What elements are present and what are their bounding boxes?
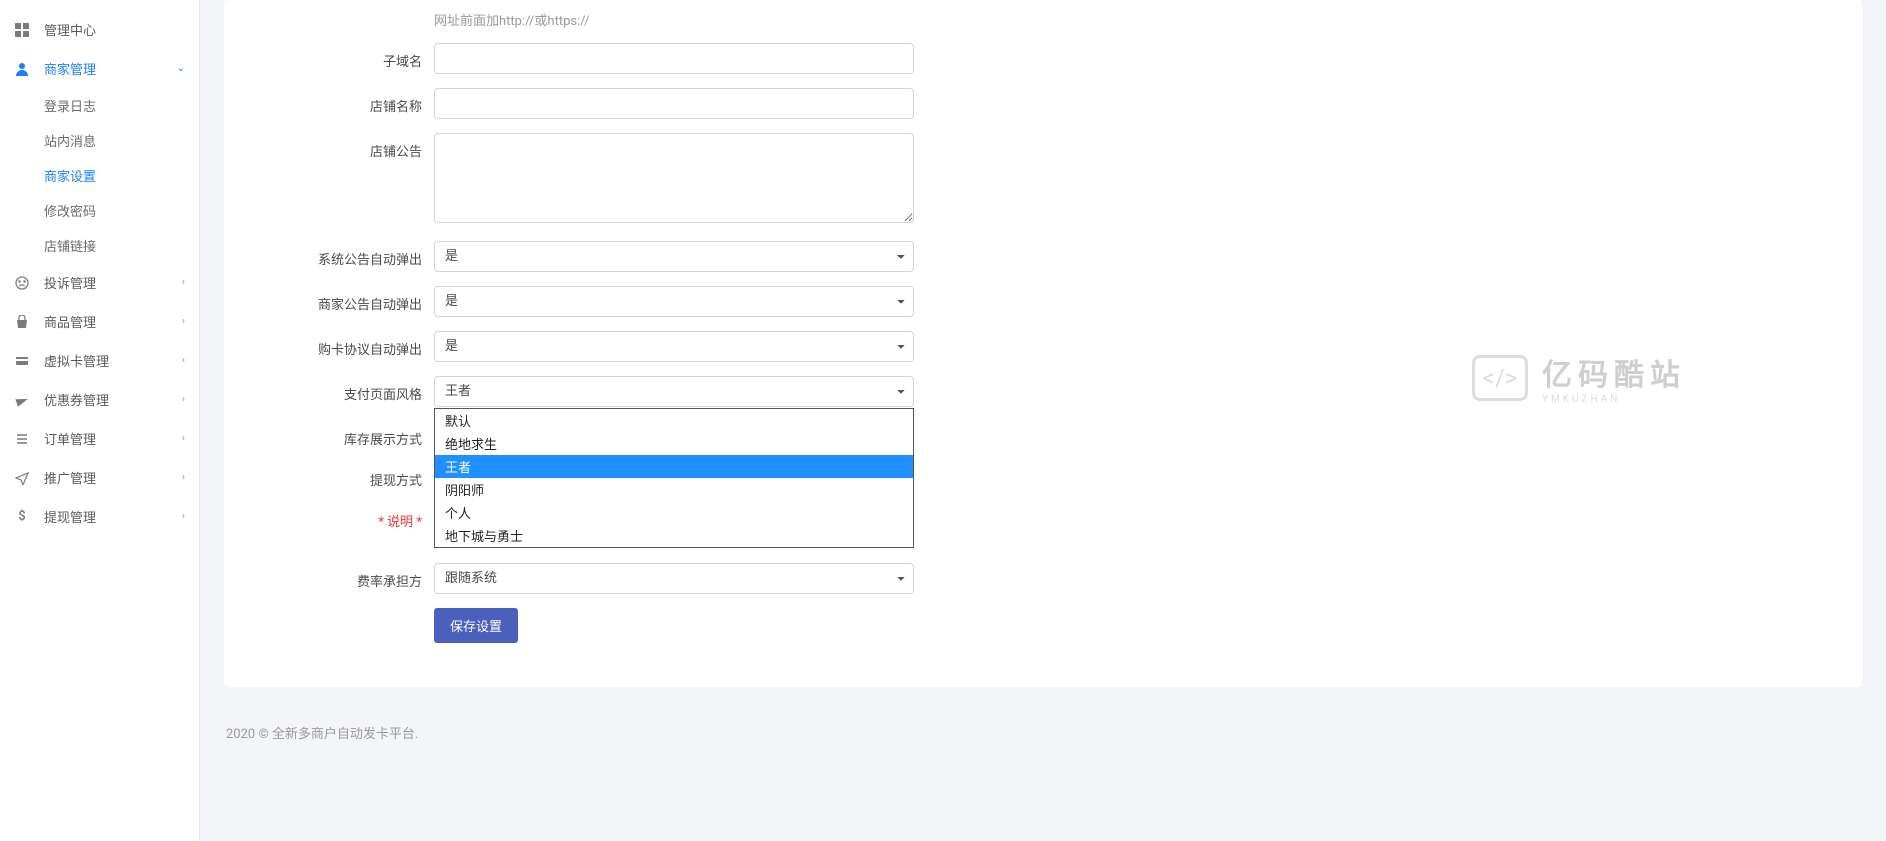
nav-orders[interactable]: 订单管理 › [0,419,199,458]
chevron-right-icon: › [182,316,185,327]
label-buycard-popup: 购卡协议自动弹出 [254,331,434,358]
subnav-store-link[interactable]: 店铺链接 [44,228,199,263]
label-stock-display: 库存展示方式 [254,421,434,448]
frown-icon [14,275,30,291]
nav-label: 优惠券管理 [44,390,182,409]
nav-label: 商家管理 [44,59,177,78]
chevron-down-icon: ⌄ [177,63,185,74]
input-subdomain[interactable] [434,43,914,74]
label-withdraw-method: 提现方式 [254,462,434,489]
nav-complaints[interactable]: 投诉管理 › [0,263,199,302]
nav-products[interactable]: 商品管理 › [0,302,199,341]
label-shopname: 店铺名称 [254,88,434,115]
card-icon [14,353,30,369]
select-vendor-notice-popup[interactable]: 是 [434,286,914,317]
save-button[interactable]: 保存设置 [434,608,518,643]
select-fee-bearer[interactable]: 跟随系统 [434,563,914,594]
nav-promotion[interactable]: 推广管理 › [0,458,199,497]
sub-nav-merchant: 登录日志 站内消息 商家设置 修改密码 店铺链接 [0,88,199,263]
plane-icon [14,470,30,486]
main-content: 网址前面加http://或https:// 子域名 店铺名称 店铺公告 系统公告… [200,0,1886,841]
grid-icon [14,22,30,38]
dollar-icon: $ [14,509,30,525]
chevron-right-icon: › [182,433,185,444]
nav-label: 虚拟卡管理 [44,351,182,370]
nav-label: 订单管理 [44,429,182,448]
subnav-login-log[interactable]: 登录日志 [44,88,199,123]
textarea-shop-notice[interactable] [434,133,914,223]
sidebar: 管理中心 商家管理 ⌄ 登录日志 站内消息 商家设置 修改密码 店铺链接 投诉管… [0,0,200,841]
chevron-right-icon: › [182,394,185,405]
input-shopname[interactable] [434,88,914,119]
nav-label: 商品管理 [44,312,182,331]
pay-style-option[interactable]: 王者 [435,455,913,478]
list-icon [14,431,30,447]
user-icon [14,61,30,77]
pay-style-option[interactable]: 默认 [435,409,913,432]
nav-label: 管理中心 [44,20,185,39]
chevron-right-icon: › [182,511,185,522]
settings-panel: 网址前面加http://或https:// 子域名 店铺名称 店铺公告 系统公告… [224,0,1862,687]
subnav-merchant-settings[interactable]: 商家设置 [44,158,199,193]
chevron-right-icon: › [182,472,185,483]
nav-label: 提现管理 [44,507,182,526]
label-sys-notice-popup: 系统公告自动弹出 [254,241,434,268]
label-pay-style: 支付页面风格 [254,376,434,403]
bag-icon [14,314,30,330]
nav-virtual-cards[interactable]: 虚拟卡管理 › [0,341,199,380]
pay-style-dropdown: 默认 绝地求生 王者 阴阳师 个人 地下城与勇士 [434,408,914,548]
label-fee-bearer: 费率承担方 [254,563,434,590]
nav-admin-center[interactable]: 管理中心 [0,10,199,49]
chevron-right-icon: › [182,355,185,366]
url-hint: 网址前面加http://或https:// [434,10,914,29]
empty-label [254,10,434,18]
pay-style-option[interactable]: 阴阳师 [435,478,913,501]
label-explain: * 说明 * [254,503,434,530]
footer-text: 2020 © 全新多商户自动发卡平台. [224,717,1862,748]
ticket-icon [14,392,30,408]
select-buycard-popup[interactable]: 是 [434,331,914,362]
chevron-right-icon: › [182,277,185,288]
subnav-change-password[interactable]: 修改密码 [44,193,199,228]
label-shop-notice: 店铺公告 [254,133,434,160]
pay-style-option[interactable]: 地下城与勇士 [435,524,913,547]
nav-coupons[interactable]: 优惠券管理 › [0,380,199,419]
label-vendor-notice-popup: 商家公告自动弹出 [254,286,434,313]
nav-label: 投诉管理 [44,273,182,292]
nav-withdraw[interactable]: $ 提现管理 › [0,497,199,536]
nav-label: 推广管理 [44,468,182,487]
subnav-messages[interactable]: 站内消息 [44,123,199,158]
label-subdomain: 子域名 [254,43,434,70]
nav-merchant-mgmt[interactable]: 商家管理 ⌄ [0,49,199,88]
select-pay-style[interactable]: 王者 [434,376,914,407]
pay-style-option[interactable]: 绝地求生 [435,432,913,455]
pay-style-option[interactable]: 个人 [435,501,913,524]
select-sys-notice-popup[interactable]: 是 [434,241,914,272]
